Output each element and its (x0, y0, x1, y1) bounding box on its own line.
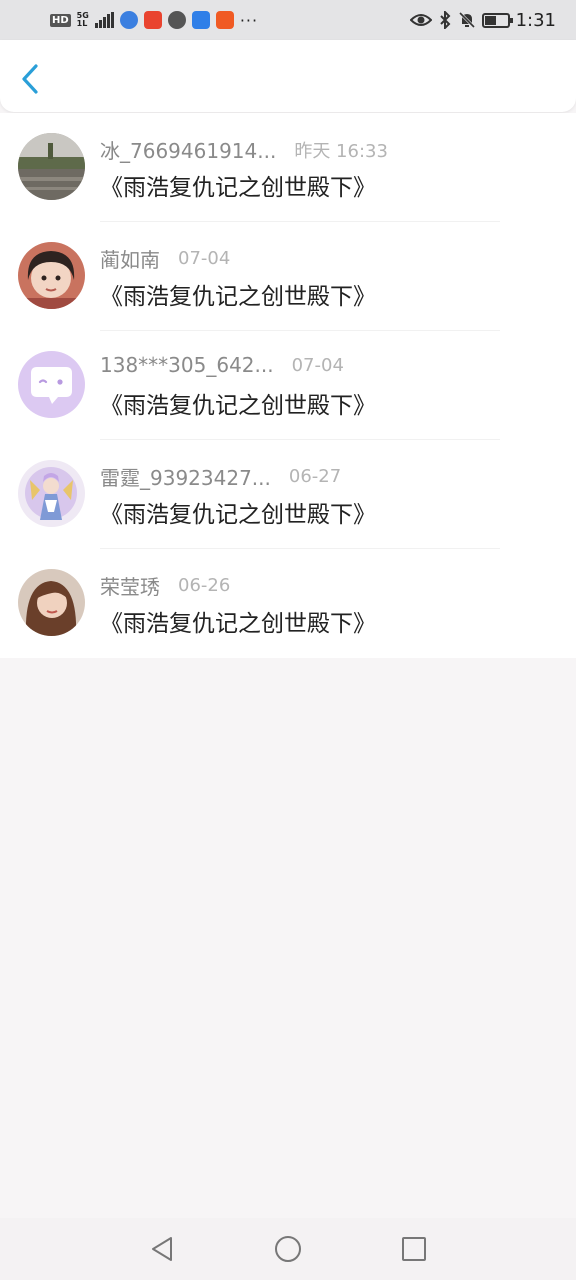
back-nav-button[interactable] (147, 1234, 177, 1264)
bluetooth-icon (439, 11, 450, 29)
status-bar: HD 5G 1L ··· 1:31 (0, 0, 576, 40)
avatar[interactable] (18, 242, 85, 309)
kuaishou-app-icon (215, 11, 234, 29)
header (0, 40, 576, 112)
status-left: HD 5G 1L ··· (50, 11, 258, 30)
sender-name: 荣莹琇 (100, 575, 160, 599)
square-recents-icon (402, 1237, 426, 1261)
list-item[interactable]: 荣莹琇 06-26 《雨浩复仇记之创世殿下》 (0, 549, 576, 658)
back-button[interactable] (14, 62, 48, 96)
eye-icon (409, 14, 432, 26)
home-nav-button[interactable] (273, 1234, 303, 1264)
timestamp: 06-26 (178, 575, 231, 596)
network-type: 5G 1L (77, 12, 89, 28)
book-title: 《雨浩复仇记之创世殿下》 (100, 175, 376, 201)
sender-name: 冰_7669461914... (100, 139, 277, 163)
hd-indicator: HD (50, 13, 71, 27)
timestamp: 07-04 (291, 354, 344, 376)
sender-name: 蔺如南 (100, 248, 160, 272)
recents-nav-button[interactable] (399, 1234, 429, 1264)
system-nav-bar (0, 1218, 576, 1280)
anime-avatar-icon (18, 460, 85, 527)
message-list: 冰_7669461914... 昨天 16:33 《雨浩复仇记之创世殿下》 蔺如… (0, 113, 576, 658)
avatar[interactable] (18, 351, 85, 418)
item-meta: 荣莹琇 06-26 (100, 571, 230, 600)
more-notifications-icon: ··· (239, 10, 259, 30)
status-right: 1:31 (409, 9, 556, 31)
person-avatar-icon (18, 242, 85, 309)
video-app-icon (143, 11, 162, 29)
wechat-icon (167, 11, 186, 29)
book-title: 《雨浩复仇记之创世殿下》 (100, 284, 376, 310)
item-meta: 雷霆_93923427... 06-27 (100, 462, 341, 491)
avatar[interactable] (18, 569, 85, 636)
timestamp: 06-27 (288, 466, 342, 487)
network-sub-label: 1L (76, 19, 88, 28)
list-item[interactable]: 蔺如南 07-04 《雨浩复仇记之创世殿下》 (0, 222, 576, 331)
chat-bubble-avatar-icon (18, 351, 85, 418)
chevron-left-icon (22, 64, 38, 94)
music-app-icon (119, 11, 138, 29)
signal-icon (94, 12, 114, 28)
circle-home-icon (275, 1236, 301, 1262)
avatar[interactable] (18, 460, 85, 527)
triangle-back-icon (152, 1237, 172, 1261)
book-title: 《雨浩复仇记之创世殿下》 (100, 393, 376, 419)
item-meta: 138***305_642... 07-04 (100, 353, 344, 377)
landscape-avatar-icon (18, 133, 85, 200)
portrait-avatar-icon (18, 569, 85, 636)
avatar[interactable] (18, 133, 85, 200)
book-title: 《雨浩复仇记之创世殿下》 (100, 502, 376, 528)
battery-icon (481, 12, 513, 28)
item-meta: 蔺如南 07-04 (100, 244, 230, 273)
list-item[interactable]: 雷霆_93923427... 06-27 《雨浩复仇记之创世殿下》 (0, 440, 576, 549)
list-item[interactable]: 138***305_642... 07-04 《雨浩复仇记之创世殿下》 (0, 331, 576, 440)
muted-bell-icon (458, 11, 475, 29)
browser-app-icon (191, 11, 210, 29)
timestamp: 昨天 16:33 (294, 140, 388, 162)
sender-name: 雷霆_93923427... (100, 466, 271, 490)
sender-name: 138***305_642... (100, 353, 274, 377)
list-item[interactable]: 冰_7669461914... 昨天 16:33 《雨浩复仇记之创世殿下》 (0, 113, 576, 222)
timestamp: 07-04 (178, 248, 231, 269)
item-meta: 冰_7669461914... 昨天 16:33 (100, 135, 388, 164)
book-title: 《雨浩复仇记之创世殿下》 (100, 611, 376, 637)
clock: 1:31 (515, 9, 556, 31)
